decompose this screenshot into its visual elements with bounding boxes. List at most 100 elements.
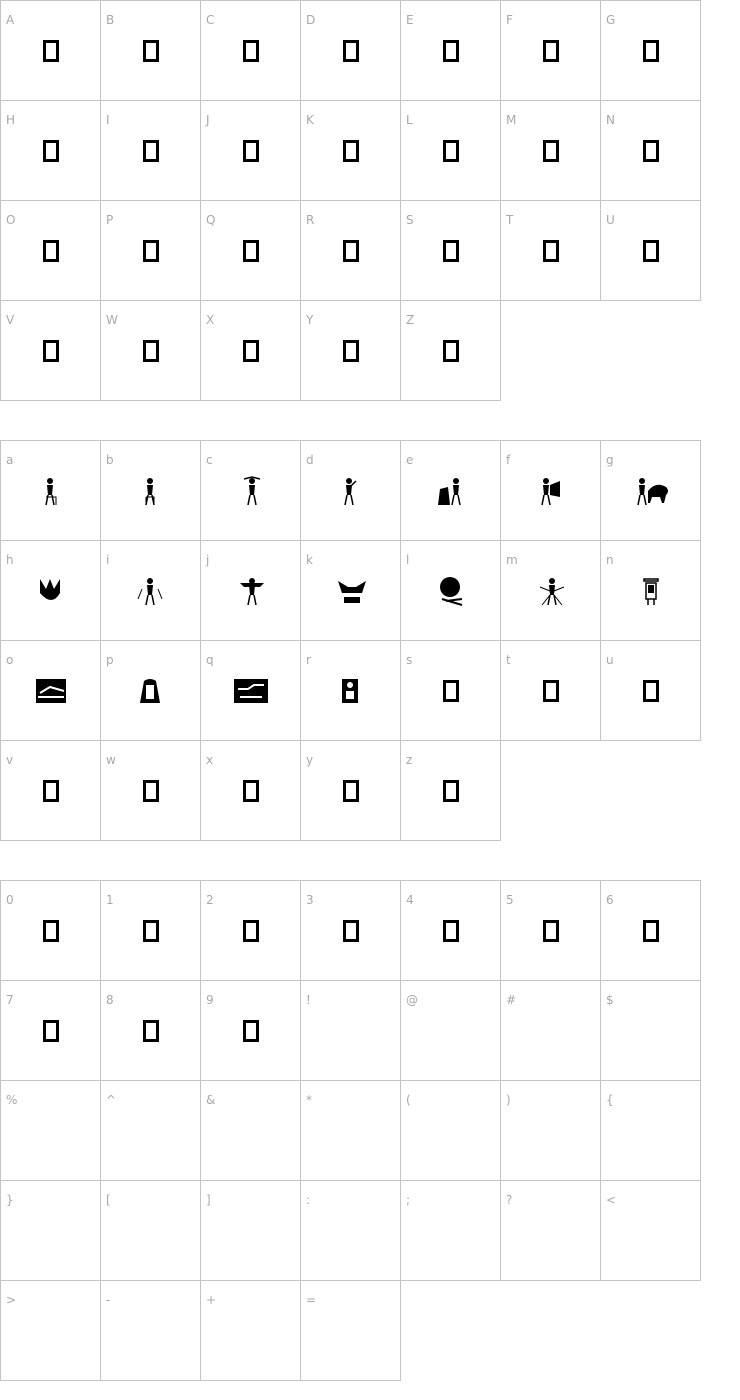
glyph-label: # — [506, 993, 517, 1007]
glyph-label: w — [106, 753, 116, 767]
missing-glyph-box — [101, 236, 200, 266]
glyph-cell: 3 — [301, 881, 401, 981]
glyph-cell: m — [501, 541, 601, 641]
missing-glyph-box — [501, 36, 600, 66]
glyph-label: I — [106, 113, 110, 127]
glyph-label: ; — [406, 1193, 411, 1207]
glyph-label: h — [6, 553, 14, 567]
glyph-label: f — [506, 453, 511, 467]
illustration-glyph — [101, 676, 200, 706]
glyph-cell: 6 — [601, 881, 701, 981]
glyph-cell: 4 — [401, 881, 501, 981]
glyph-cell: D — [301, 1, 401, 101]
illustration-glyph — [101, 476, 200, 506]
glyph-label: 8 — [106, 993, 114, 1007]
glyph-cell: G — [601, 1, 701, 101]
missing-glyph-box-icon — [142, 340, 159, 362]
illustration-glyph — [601, 576, 700, 606]
glyph-label: t — [506, 653, 511, 667]
missing-glyph-box — [301, 776, 400, 806]
illustration-icon — [139, 679, 160, 703]
glyph-cell: A — [1, 1, 101, 101]
glyph-cell: x — [201, 741, 301, 841]
glyph-label: Z — [406, 313, 415, 327]
missing-glyph-box-icon — [242, 920, 259, 942]
missing-glyph-box-icon — [242, 140, 259, 162]
illustration-glyph — [501, 576, 600, 606]
glyph-cell: u — [601, 641, 701, 741]
glyph-cell: { — [601, 1081, 701, 1181]
missing-glyph-box — [601, 36, 700, 66]
glyph-label: Q — [206, 213, 216, 227]
illustration-icon — [44, 478, 56, 506]
glyph-label: e — [406, 453, 414, 467]
glyph-label: ^ — [106, 1093, 117, 1107]
glyph-label: & — [206, 1093, 216, 1107]
glyph-label: d — [306, 453, 314, 467]
glyph-label: a — [6, 453, 14, 467]
glyph-label: $ — [606, 993, 614, 1007]
glyph-cell: i — [101, 541, 201, 641]
glyph-cell: U — [601, 201, 701, 301]
glyph-label: k — [306, 553, 313, 567]
glyph-label: b — [106, 453, 114, 467]
glyph-cell: y — [301, 741, 401, 841]
glyph-cell: < — [601, 1181, 701, 1281]
missing-glyph-box — [601, 136, 700, 166]
glyph-label: x — [206, 753, 214, 767]
missing-glyph-box — [101, 36, 200, 66]
missing-glyph-box-icon — [442, 140, 459, 162]
illustration-icon — [233, 679, 268, 703]
illustration-glyph — [301, 676, 400, 706]
glyph-label: o — [6, 653, 14, 667]
glyph-label: i — [106, 553, 110, 567]
glyph-cell: F — [501, 1, 601, 101]
glyph-cell: a — [1, 441, 101, 541]
glyph-label: v — [6, 753, 14, 767]
glyph-label: q — [206, 653, 214, 667]
illustration-glyph — [201, 576, 300, 606]
missing-glyph-box — [201, 136, 300, 166]
missing-glyph-box — [201, 236, 300, 266]
glyph-cell: ! — [301, 981, 401, 1081]
missing-glyph-box — [601, 236, 700, 266]
glyph-label: X — [206, 313, 215, 327]
glyph-label: H — [6, 113, 16, 127]
glyph-label: 9 — [206, 993, 214, 1007]
glyph-cell: ) — [501, 1081, 601, 1181]
glyph-cell: z — [401, 741, 501, 841]
glyph-label: S — [406, 213, 414, 227]
glyph-cell: 0 — [1, 881, 101, 981]
glyph-label: A — [6, 13, 15, 27]
glyph-label: M — [506, 113, 517, 127]
glyph-cell: P — [101, 201, 201, 301]
missing-glyph-box-icon — [542, 680, 559, 702]
glyph-label: C — [206, 13, 215, 27]
illustration-glyph — [301, 576, 400, 606]
glyph-cell: H — [1, 101, 101, 201]
missing-glyph-box-icon — [342, 920, 359, 942]
glyph-label: s — [406, 653, 413, 667]
glyph-cell: j — [201, 541, 301, 641]
missing-glyph-box-icon — [242, 40, 259, 62]
missing-glyph-box-icon — [642, 240, 659, 262]
symbols-grid: 0 1 2 3 4 5 6 7 8 9! @ # $% ^ & * () {} []:;? < > - + = — [0, 880, 701, 1381]
glyph-label: g — [606, 453, 614, 467]
missing-glyph-box — [301, 336, 400, 366]
glyph-label: > — [6, 1293, 17, 1307]
glyph-label: P — [106, 213, 114, 227]
missing-glyph-box — [501, 916, 600, 946]
glyph-cell: Q — [201, 201, 301, 301]
glyph-label: K — [306, 113, 314, 127]
glyph-cell: ] — [201, 1181, 301, 1281]
missing-glyph-box-icon — [242, 1020, 259, 1042]
missing-glyph-box — [401, 36, 500, 66]
glyph-cell: L — [401, 101, 501, 201]
glyph-cell: - — [101, 1281, 201, 1381]
missing-glyph-box — [401, 236, 500, 266]
missing-glyph-box-icon — [42, 240, 59, 262]
missing-glyph-box — [201, 916, 300, 946]
missing-glyph-box — [1, 136, 100, 166]
glyph-cell: w — [101, 741, 201, 841]
glyph-label: 5 — [506, 893, 514, 907]
